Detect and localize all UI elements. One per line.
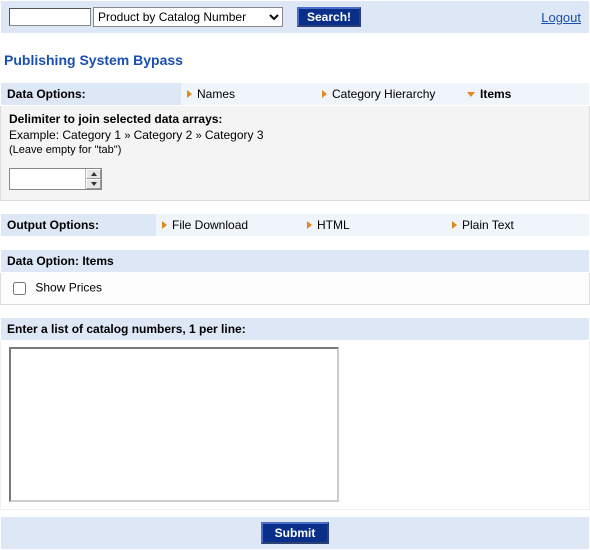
tab-plain-text[interactable]: Plain Text	[446, 214, 589, 236]
arrow-right-icon	[187, 90, 192, 98]
data-options-header: Data Options:	[1, 83, 181, 105]
delimiter-label: Delimiter to join selected data arrays:	[9, 112, 581, 126]
delimiter-example-part: Category 3	[205, 128, 264, 142]
arrow-right-icon	[322, 90, 327, 98]
tab-label: Category Hierarchy	[332, 87, 435, 101]
arrow-right-icon	[452, 221, 457, 229]
page-title: Publishing System Bypass	[0, 34, 590, 82]
tab-label: Items	[480, 87, 511, 101]
item-options-header: Data Option: Items	[0, 249, 590, 273]
arrow-right-icon	[307, 221, 312, 229]
raquo-icon: »	[196, 130, 205, 142]
submit-row: Submit	[0, 516, 590, 550]
catalog-header: Enter a list of catalog numbers, 1 per l…	[0, 317, 590, 341]
spinner-up-button[interactable]	[86, 169, 101, 179]
tab-label: Plain Text	[462, 218, 514, 232]
spinner-buttons	[85, 169, 101, 189]
search-button[interactable]: Search!	[297, 7, 361, 27]
delimiter-example-part: Category 2	[134, 128, 193, 142]
delimiter-example: Example: Category 1 » Category 2 » Categ…	[9, 128, 581, 142]
search-input[interactable]	[9, 8, 91, 26]
arrow-right-icon	[162, 221, 167, 229]
tab-items[interactable]: Items	[461, 83, 589, 105]
tab-label: Names	[197, 87, 235, 101]
search-category-select[interactable]: Product by Catalog Number	[93, 7, 283, 27]
show-prices-checkbox[interactable]	[13, 282, 26, 295]
chevron-down-icon	[91, 182, 97, 186]
delimiter-panel: Delimiter to join selected data arrays: …	[0, 106, 590, 201]
chevron-up-icon	[91, 172, 97, 176]
data-options-row: Data Options: Names Category Hierarchy I…	[0, 82, 590, 106]
arrow-down-icon	[467, 92, 475, 97]
item-options-body: Show Prices	[0, 273, 590, 305]
show-prices-label: Show Prices	[35, 281, 102, 295]
tab-category-hierarchy[interactable]: Category Hierarchy	[316, 83, 461, 105]
tab-file-download[interactable]: File Download	[156, 214, 301, 236]
delimiter-example-prefix: Example:	[9, 128, 62, 142]
output-options-header: Output Options:	[1, 214, 156, 236]
delimiter-input-wrap	[9, 168, 102, 190]
catalog-body	[0, 341, 590, 510]
spinner-down-button[interactable]	[86, 179, 101, 189]
logout-link[interactable]: Logout	[541, 10, 581, 25]
raquo-icon: »	[124, 130, 133, 142]
delimiter-hint: (Leave empty for "tab")	[9, 144, 581, 156]
delimiter-example-part: Category 1	[62, 128, 121, 142]
tab-html[interactable]: HTML	[301, 214, 446, 236]
top-search-bar: Product by Catalog Number Search! Logout	[0, 0, 590, 34]
tab-names[interactable]: Names	[181, 83, 316, 105]
output-options-row: Output Options: File Download HTML Plain…	[0, 213, 590, 237]
catalog-numbers-textarea[interactable]	[9, 347, 339, 502]
tab-label: HTML	[317, 218, 350, 232]
tab-label: File Download	[172, 218, 248, 232]
delimiter-input[interactable]	[10, 169, 85, 189]
